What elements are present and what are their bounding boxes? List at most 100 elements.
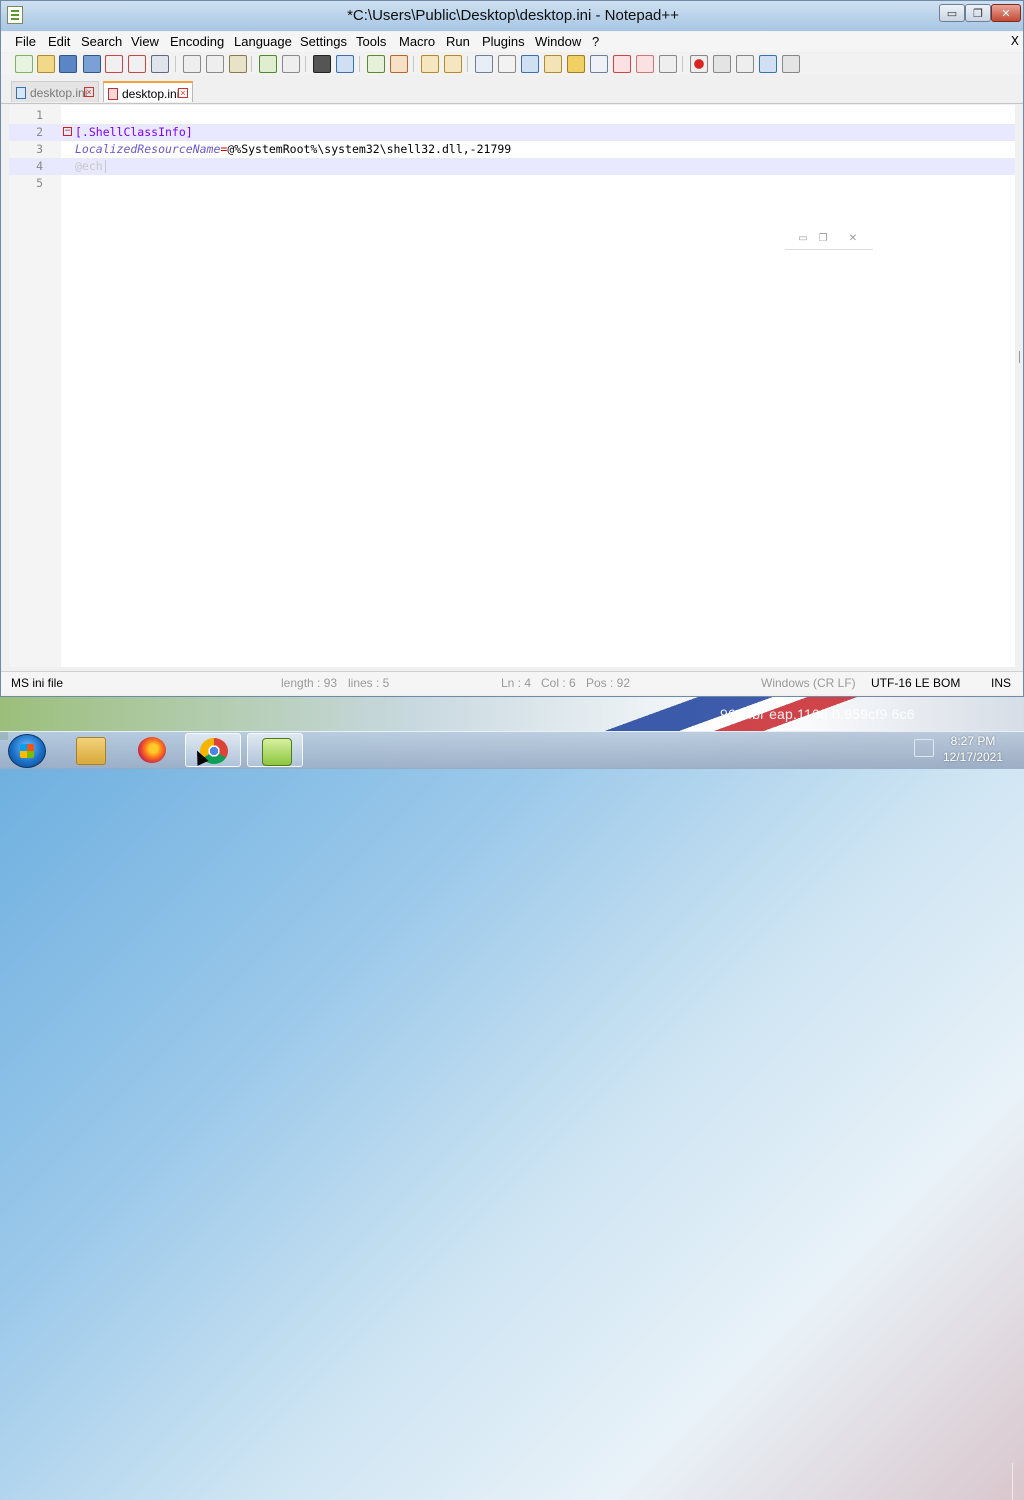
toolbar-separator (413, 56, 414, 72)
clock-time: 8:27 PM (950, 734, 996, 748)
menu-macro[interactable]: Macro (399, 34, 435, 49)
folder-as-workspace-icon[interactable] (613, 55, 631, 73)
function-list-icon[interactable] (590, 55, 608, 73)
toolbar-separator (251, 56, 252, 72)
undo-icon[interactable] (259, 55, 277, 73)
title-bar[interactable]: *C:\Users\Public\Desktop\desktop.ini - N… (1, 1, 1023, 31)
panel-close-icon[interactable]: ✕ (847, 233, 859, 244)
copy-icon[interactable] (206, 55, 224, 73)
monitoring-icon[interactable] (636, 55, 654, 73)
tab-close-icon[interactable]: × (178, 88, 188, 98)
status-bar: MS ini file length : 93 lines : 5 Ln : 4… (1, 671, 1023, 694)
replace-icon[interactable] (336, 55, 354, 73)
status-column: Col : 6 (541, 676, 576, 690)
menu-encoding[interactable]: Encoding (170, 34, 224, 49)
close-all-icon[interactable] (128, 55, 146, 73)
line-number: 1 (36, 108, 43, 122)
word-wrap-icon[interactable] (475, 55, 493, 73)
firefox-icon (138, 737, 166, 763)
panel-minimize-icon[interactable]: ▭ (797, 233, 809, 244)
typed-text: @ech (75, 159, 106, 173)
document-map-icon[interactable] (567, 55, 585, 73)
toolbar-separator (305, 56, 306, 72)
sync-horizontal-icon[interactable] (444, 55, 462, 73)
show-desktop-button[interactable] (1012, 1463, 1024, 1500)
close-document-icon[interactable]: X (1011, 34, 1019, 48)
ini-key: LocalizedResourceName (75, 142, 221, 156)
system-clock[interactable]: 8:27 PM 12/17/2021 (940, 733, 1006, 765)
editor-line-current[interactable]: 4 @ech (9, 158, 1015, 175)
toolbar (1, 53, 1023, 75)
cut-icon[interactable] (183, 55, 201, 73)
folder-icon (76, 737, 106, 765)
toolbar-separator (175, 56, 176, 72)
status-insert-mode[interactable]: INS (991, 676, 1011, 690)
line-number: 2 (36, 125, 43, 139)
tab-desktop-ini-2[interactable]: desktop.ini × (103, 81, 193, 102)
scrollbar-grip-icon[interactable] (1019, 351, 1024, 363)
editor-line[interactable]: 3 LocalizedResourceName=@%SystemRoot%\sy… (9, 141, 1015, 158)
playback-macro-icon[interactable] (736, 55, 754, 73)
menu-settings[interactable]: Settings (300, 34, 347, 49)
zoom-in-icon[interactable] (367, 55, 385, 73)
eye-icon[interactable] (659, 55, 677, 73)
editor-line[interactable]: 5 (9, 175, 1015, 192)
menu-language[interactable]: Language (234, 34, 292, 49)
save-all-icon[interactable] (83, 55, 101, 73)
taskbar-notepadpp[interactable] (247, 733, 303, 767)
window-title: *C:\Users\Public\Desktop\desktop.ini - N… (347, 7, 679, 24)
taskbar-firefox[interactable] (124, 733, 180, 767)
minimize-button[interactable]: ▭ (939, 4, 965, 22)
user-defined-language-icon[interactable] (544, 55, 562, 73)
save-macro-icon[interactable] (782, 55, 800, 73)
network-icon[interactable] (914, 739, 934, 757)
vertical-scrollbar[interactable] (1015, 105, 1023, 667)
menu-edit[interactable]: Edit (48, 34, 70, 49)
open-file-icon[interactable] (37, 55, 55, 73)
taskbar-chrome[interactable] (185, 733, 241, 767)
menu-help[interactable]: ? (592, 34, 599, 49)
file-icon (16, 87, 26, 99)
menu-run[interactable]: Run (446, 34, 470, 49)
run-macro-multiple-icon[interactable] (759, 55, 777, 73)
toolbar-separator (467, 56, 468, 72)
paste-icon[interactable] (229, 55, 247, 73)
text-editor[interactable]: 1 2 − [.ShellClassInfo] 3 LocalizedResou… (9, 105, 1015, 667)
menu-file[interactable]: File (15, 34, 36, 49)
print-icon[interactable] (151, 55, 169, 73)
start-button[interactable] (8, 734, 46, 768)
menu-search[interactable]: Search (81, 34, 122, 49)
menu-view[interactable]: View (131, 34, 159, 49)
toolbar-separator (359, 56, 360, 72)
close-file-icon[interactable] (105, 55, 123, 73)
close-button[interactable]: ✕ (991, 4, 1021, 22)
file-modified-icon (108, 88, 118, 100)
maximize-button[interactable]: ❐ (965, 4, 991, 22)
save-icon[interactable] (59, 55, 77, 73)
tab-desktop-ini-1[interactable]: desktop.ini × (11, 81, 99, 102)
tab-close-icon[interactable]: × (84, 87, 94, 97)
menu-tools[interactable]: Tools (356, 34, 386, 49)
stop-recording-icon[interactable] (713, 55, 731, 73)
taskbar-explorer[interactable] (62, 733, 118, 767)
editor-line[interactable]: 2 − [.ShellClassInfo] (9, 124, 1015, 141)
editor-line[interactable]: 1 (9, 107, 1015, 124)
status-eol[interactable]: Windows (CR LF) (761, 676, 856, 690)
panel-restore-icon[interactable]: ❐ (817, 233, 829, 244)
sync-vertical-icon[interactable] (421, 55, 439, 73)
show-all-characters-icon[interactable] (498, 55, 516, 73)
new-file-icon[interactable] (15, 55, 33, 73)
menu-window[interactable]: Window (535, 34, 581, 49)
redo-icon[interactable] (282, 55, 300, 73)
ini-key-value-text: LocalizedResourceName=@%SystemRoot%\syst… (75, 142, 511, 156)
notepadpp-icon (262, 738, 292, 766)
menu-plugins[interactable]: Plugins (482, 34, 525, 49)
status-encoding[interactable]: UTF-16 LE BOM (871, 676, 960, 690)
fold-toggle-icon[interactable]: − (63, 127, 72, 136)
status-file-type: MS ini file (11, 676, 64, 690)
zoom-out-icon[interactable] (390, 55, 408, 73)
line-number: 3 (36, 142, 43, 156)
indent-guide-icon[interactable] (521, 55, 539, 73)
record-macro-icon[interactable] (690, 55, 708, 73)
find-icon[interactable] (313, 55, 331, 73)
